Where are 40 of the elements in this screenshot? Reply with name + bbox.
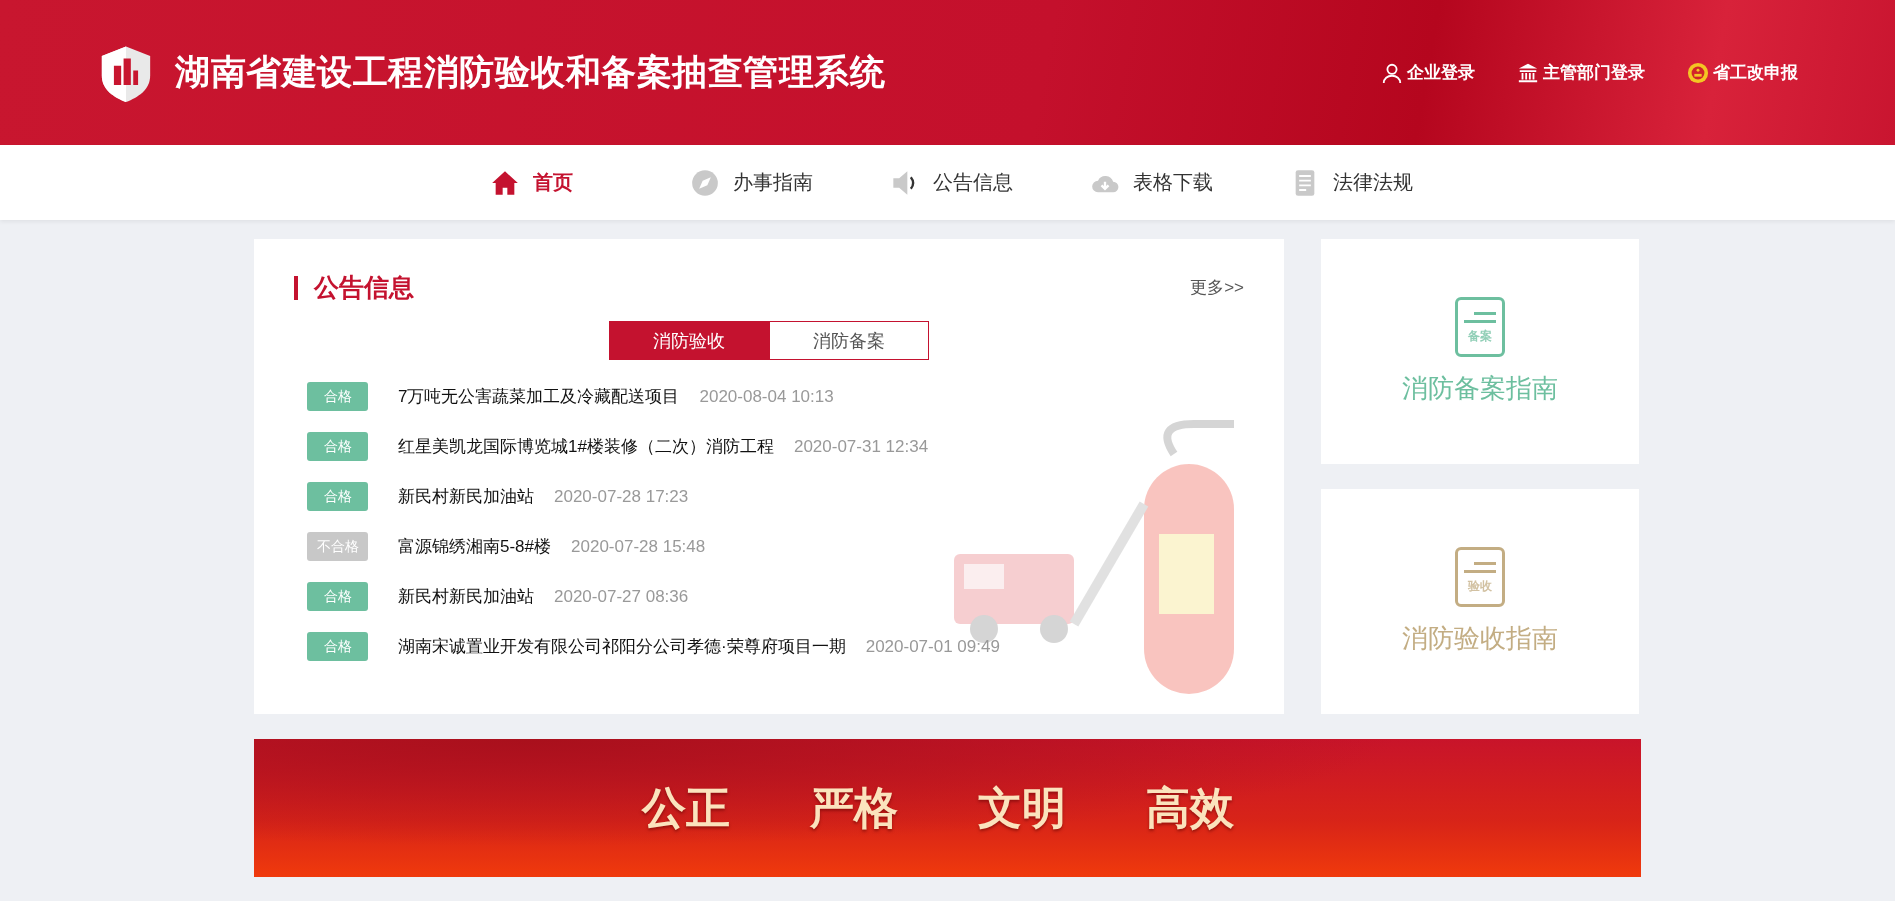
user-icon: [1381, 61, 1403, 84]
document-icon: 备案: [1455, 297, 1505, 357]
category-tab[interactable]: 消防验收: [609, 321, 769, 360]
status-badge: 合格: [307, 482, 368, 511]
more-link[interactable]: 更多>>: [1190, 276, 1244, 299]
category-tab[interactable]: 消防备案: [769, 321, 929, 360]
status-badge: 合格: [307, 632, 368, 661]
building-icon: [1517, 61, 1539, 84]
nav-tab[interactable]: 公告信息: [890, 145, 1091, 220]
section-title: 公告信息: [314, 272, 414, 303]
nav-tab[interactable]: 法律法规: [1290, 145, 1413, 220]
notice-link[interactable]: 红星美凯龙国际博览城1#楼装修（二次）消防工程: [398, 435, 774, 458]
motto-text: 文明: [977, 780, 1066, 835]
notice-link[interactable]: 新民村新民加油站: [398, 485, 534, 508]
nav-tab[interactable]: 表格下载: [1090, 145, 1291, 220]
nav-tab[interactable]: 首页: [490, 145, 691, 220]
notice-time: 2020-07-28 15:48: [571, 536, 706, 557]
site-title: 湖南省建设工程消防验收和备案抽查管理系统: [175, 51, 885, 93]
header-link[interactable]: 省工改申报: [1687, 61, 1798, 84]
emblem-icon: [1687, 61, 1709, 84]
status-badge: 合格: [307, 432, 368, 461]
notice-time: 2020-07-27 08:36: [554, 586, 689, 607]
document-icon: 验收: [1455, 547, 1505, 607]
notice-link[interactable]: 7万吨无公害蔬菜加工及冷藏配送项目: [398, 385, 680, 408]
compass-icon: [690, 168, 719, 197]
notice-time: 2020-07-28 17:23: [554, 486, 689, 507]
notice-link[interactable]: 湖南宋诚置业开发有限公司祁阳分公司孝德·荣尊府项目一期: [398, 635, 846, 658]
notice-time: 2020-08-04 10:13: [699, 386, 834, 407]
header-link[interactable]: 主管部门登录: [1517, 61, 1645, 84]
status-badge: 合格: [307, 382, 368, 411]
notice-link[interactable]: 新民村新民加油站: [398, 585, 534, 608]
motto-text: 高效: [1145, 780, 1234, 835]
notice-link[interactable]: 富源锦绣湘南5-8#楼: [398, 535, 552, 558]
status-badge: 合格: [307, 582, 368, 611]
motto-text: 严格: [809, 780, 898, 835]
motto-text: 公正: [641, 780, 730, 835]
nav-tab[interactable]: 办事指南: [690, 145, 891, 220]
notice-time: 2020-07-31 12:34: [793, 436, 929, 457]
header-link[interactable]: 企业登录: [1381, 61, 1475, 84]
notice-time: 2020-07-01 09:49: [865, 636, 1000, 657]
